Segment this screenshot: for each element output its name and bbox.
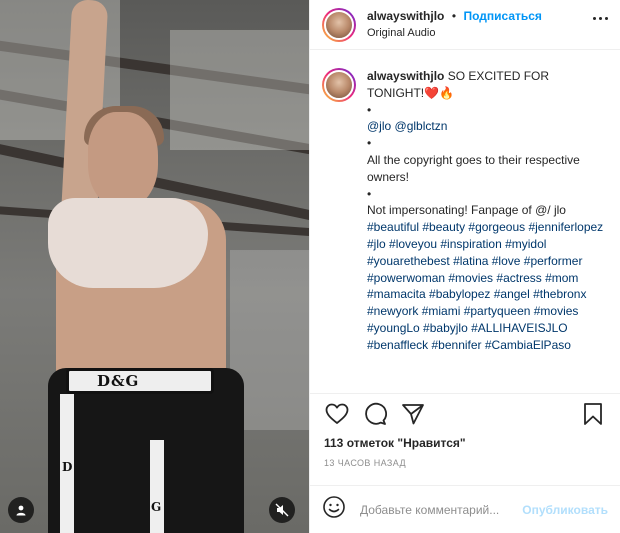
pants-stripe xyxy=(150,440,164,533)
caption: alwayswithjlo SO EXCITED FOR TONIGHT!❤️🔥… xyxy=(310,50,620,394)
audio-link[interactable]: Original Audio xyxy=(367,25,542,42)
share-button[interactable] xyxy=(398,399,428,429)
stripe-letter: D xyxy=(62,460,73,474)
caption-bullet: • xyxy=(367,186,372,201)
caption-avatar[interactable] xyxy=(322,68,356,102)
smiley-icon xyxy=(323,496,345,518)
crop-top xyxy=(48,198,208,288)
waistband: D&G xyxy=(66,368,214,394)
fire-emoji: 🔥 xyxy=(439,85,455,100)
comment-form: Опубликовать xyxy=(310,485,620,533)
heart-emoji: ❤️ xyxy=(424,85,440,100)
person-head xyxy=(88,112,158,208)
caption-hashtags[interactable]: #beautiful #beauty #gorgeous #jenniferlo… xyxy=(367,219,607,353)
caption-bullet: • xyxy=(367,102,372,117)
avatar[interactable] xyxy=(322,7,356,42)
action-bar xyxy=(310,394,620,434)
caption-copyright: All the copyright goes to their respecti… xyxy=(367,152,580,184)
like-button[interactable] xyxy=(322,399,352,429)
stripe-letter: G xyxy=(151,500,162,514)
caption-username[interactable]: alwayswithjlo xyxy=(367,69,444,83)
more-options-button[interactable] xyxy=(593,17,608,20)
save-button[interactable] xyxy=(578,399,608,429)
follow-button[interactable]: Подписаться xyxy=(463,9,541,23)
post-media[interactable]: D&G D G xyxy=(0,0,309,533)
comment-input[interactable] xyxy=(360,502,523,517)
paper-plane-icon xyxy=(402,404,424,425)
post-comment-button[interactable]: Опубликовать xyxy=(522,503,608,517)
bookmark-icon xyxy=(584,403,602,425)
post-header: alwayswithjlo • Подписаться Original Aud… xyxy=(310,0,620,50)
more-dots-icon xyxy=(593,17,596,20)
speaker-muted-icon xyxy=(275,503,289,517)
comment-bubble-icon xyxy=(365,402,387,425)
tagged-users-button[interactable] xyxy=(8,497,34,523)
mute-button[interactable] xyxy=(269,497,295,523)
heart-outline-icon xyxy=(325,403,349,424)
separator-dot: • xyxy=(451,9,457,23)
caption-text: alwayswithjlo SO EXCITED FOR TONIGHT!❤️🔥… xyxy=(367,68,607,393)
caption-fanpage: Not impersonating! Fanpage of @/ jlo xyxy=(367,203,566,218)
caption-mentions[interactable]: @jlo @glblctzn xyxy=(367,118,607,135)
ceiling-panel xyxy=(170,30,309,150)
user-tag-icon xyxy=(16,505,26,516)
post-timestamp[interactable]: 13 ЧАСОВ НАЗАД xyxy=(310,452,620,478)
likes-count[interactable]: 113 отметок "Нравится" xyxy=(310,434,620,452)
caption-bullet: • xyxy=(367,136,372,151)
waistband-logo: D&G xyxy=(97,372,140,390)
emoji-button[interactable] xyxy=(322,495,346,524)
comment-button[interactable] xyxy=(360,399,390,429)
username-link[interactable]: alwayswithjlo xyxy=(367,9,444,23)
post-sidebar: alwayswithjlo • Подписаться Original Aud… xyxy=(309,0,620,533)
